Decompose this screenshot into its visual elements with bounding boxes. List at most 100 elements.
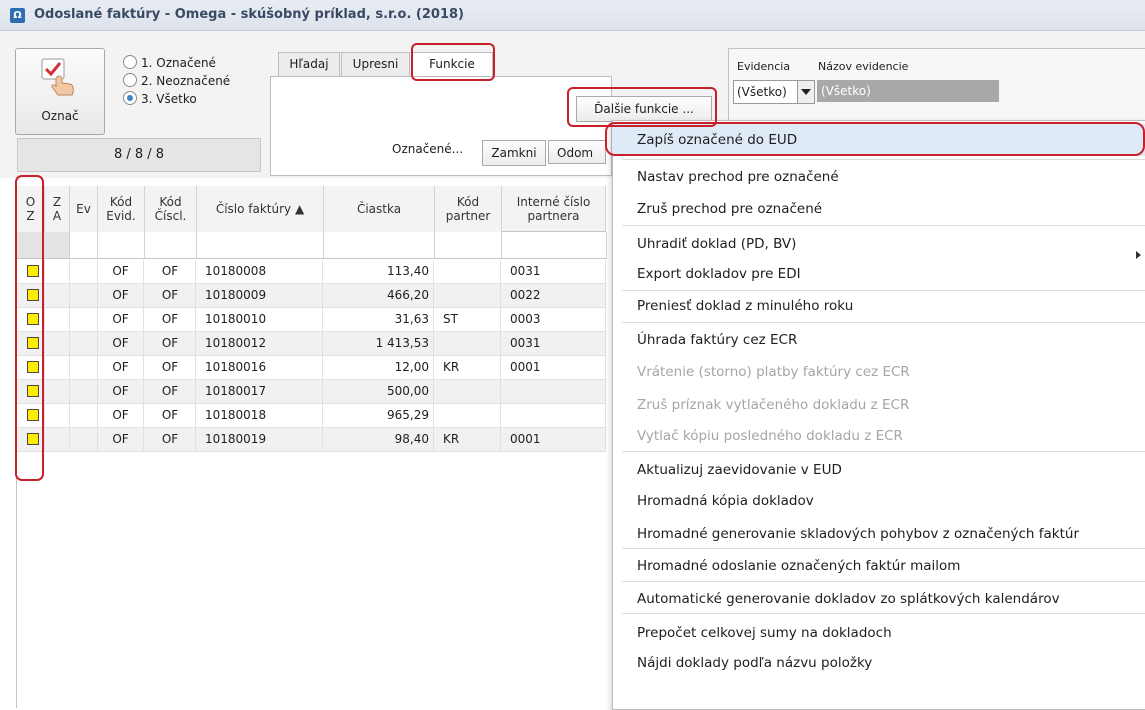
cell-partner-code: ST — [435, 308, 501, 331]
cell-partner-internal — [502, 404, 606, 427]
menu-separator — [622, 613, 1145, 614]
menu-item[interactable]: Aktualizuj zaevidovanie v EUD — [612, 454, 1145, 486]
cell-evid-code: OF — [98, 380, 144, 403]
table-row[interactable]: OF OF 10180012 1 413,53 0031 — [17, 332, 606, 356]
empty-cell — [70, 404, 98, 427]
col-header-partner-code[interactable]: Kód partner — [435, 186, 502, 233]
tab-refine[interactable]: Upresni — [341, 52, 410, 77]
cell-cisel-code: OF — [145, 308, 196, 331]
col-header-partner-internal[interactable]: Interné číslo partnera — [502, 186, 606, 232]
submenu-arrow-icon — [1136, 251, 1141, 259]
mark-button[interactable]: Označ — [15, 48, 105, 135]
cell-cisel-code: OF — [145, 356, 196, 379]
cell-partner-code — [435, 260, 501, 283]
menu-item: Vrátenie (storno) platby faktúry cez ECR — [637, 364, 910, 380]
menu-item[interactable]: Uhradiť doklad (PD, BV) — [612, 228, 1145, 260]
menu-item: Vytlač kópiu posledného dokladu z ECR — [637, 428, 903, 444]
col-header-amount[interactable]: Čiastka — [324, 186, 435, 233]
filter-cell[interactable] — [324, 232, 435, 259]
filter-cell[interactable] — [435, 232, 502, 259]
menu-item: Zruš príznak vytlačeného dokladu z ECR — [637, 397, 910, 413]
cell-evid-code: OF — [98, 428, 144, 451]
cell-partner-internal — [502, 380, 606, 403]
cell-partner-code — [435, 380, 501, 403]
cell-invoice-number: 10180016 — [197, 356, 323, 379]
chevron-down-icon[interactable] — [797, 81, 814, 103]
filter-cell[interactable] — [70, 232, 98, 259]
menu-item[interactable]: Export dokladov pre EDI — [612, 258, 1145, 290]
table-row[interactable]: OF OF 10180019 98,40 KR 0001 — [17, 428, 606, 452]
empty-cell — [70, 260, 98, 283]
table-row[interactable]: OF OF 10180009 466,20 0022 — [17, 284, 606, 308]
cell-partner-internal: 0001 — [502, 356, 606, 379]
radio-all[interactable]: 3. Všetko — [123, 91, 197, 107]
table-row[interactable]: OF OF 10180018 965,29 — [17, 404, 606, 428]
menu-item[interactable]: Prepočet celkovej sumy na dokladoch — [612, 617, 1145, 649]
menu-item[interactable]: Nastav prechod pre označené — [612, 161, 1145, 193]
table-row[interactable]: OF OF 10180017 500,00 — [17, 380, 606, 404]
col-header-evid-code[interactable]: Kód Evid. — [98, 186, 145, 233]
table-row[interactable]: OF OF 10180008 113,40 0031 — [17, 260, 606, 284]
filter-cell[interactable] — [197, 232, 324, 259]
empty-cell — [70, 380, 98, 403]
table-row[interactable]: OF OF 10180010 31,63 ST 0003 — [17, 308, 606, 332]
cell-partner-internal: 0031 — [502, 332, 606, 355]
cell-partner-code: KR — [435, 428, 501, 451]
menu-item[interactable]: Úhrada faktúry cez ECR — [612, 324, 1145, 356]
empty-cell — [70, 356, 98, 379]
cell-evid-code: OF — [98, 260, 144, 283]
unlock-button[interactable]: Odom — [548, 140, 606, 164]
menu-item[interactable]: Zruš prechod pre označené — [612, 193, 1145, 225]
menu-item[interactable]: Preniesť doklad z minulého roku — [612, 290, 1145, 322]
menu-separator — [622, 581, 1145, 582]
radio-unmarked-label: 2. Neoznačené — [141, 74, 231, 88]
menu-separator — [622, 225, 1145, 226]
cell-partner-internal: 0022 — [502, 284, 606, 307]
empty-cell — [70, 284, 98, 307]
radio-icon — [123, 73, 137, 87]
cell-amount: 113,40 — [324, 260, 434, 283]
menu-item[interactable]: Hromadné odoslanie označených faktúr mai… — [612, 550, 1145, 582]
empty-cell — [45, 284, 70, 307]
col-header-cisel-code[interactable]: Kód Číscl. — [145, 186, 197, 233]
filter-cell[interactable] — [145, 232, 197, 259]
cell-evid-code: OF — [98, 284, 144, 307]
marked-label: Označené... — [392, 142, 464, 156]
cell-invoice-number: 10180010 — [197, 308, 323, 331]
menu-separator — [622, 548, 1145, 549]
menu-item[interactable]: Hromadná kópia dokladov — [612, 485, 1145, 517]
menu-separator — [622, 451, 1145, 452]
col-header-invoice-number[interactable]: Číslo faktúry ▲ — [197, 186, 324, 233]
cell-cisel-code: OF — [145, 260, 196, 283]
empty-cell — [45, 332, 70, 355]
cell-amount: 98,40 — [324, 428, 434, 451]
filter-cell[interactable] — [502, 232, 607, 259]
cell-cisel-code: OF — [145, 428, 196, 451]
table-row[interactable]: OF OF 10180016 12,00 KR 0001 — [17, 356, 606, 380]
col-header-za[interactable]: Z A — [45, 186, 70, 233]
lock-button[interactable]: Zamkni — [482, 140, 546, 166]
cell-evid-code: OF — [98, 356, 144, 379]
radio-unmarked[interactable]: 2. Neoznačené — [123, 73, 230, 89]
cell-cisel-code: OF — [145, 380, 196, 403]
radio-marked[interactable]: 1. Označené — [123, 55, 216, 71]
evidence-select-value: (Všetko) — [737, 85, 787, 99]
cell-partner-code — [435, 404, 501, 427]
annotation-tab-functions — [411, 43, 495, 81]
cell-partner-code — [435, 332, 501, 355]
cell-amount: 12,00 — [324, 356, 434, 379]
col-header-ev[interactable]: Ev — [70, 186, 98, 233]
evidence-label: Evidencia — [737, 60, 791, 73]
mark-button-label: Označ — [41, 109, 79, 123]
menu-item[interactable]: Automatické generovanie dokladov zo splá… — [612, 583, 1145, 615]
radio-icon — [123, 55, 137, 69]
cell-invoice-number: 10180008 — [197, 260, 323, 283]
empty-cell — [45, 380, 70, 403]
menu-item[interactable]: Nájdi doklady podľa názvu položky — [612, 647, 1145, 679]
filter-cell[interactable] — [98, 232, 145, 259]
cell-amount: 31,63 — [324, 308, 434, 331]
evidence-select[interactable]: (Všetko) — [733, 80, 815, 104]
tab-search[interactable]: Hľadaj — [278, 52, 340, 77]
menu-item[interactable]: Hromadné generovanie skladových pohybov … — [612, 518, 1145, 550]
empty-cell — [70, 428, 98, 451]
